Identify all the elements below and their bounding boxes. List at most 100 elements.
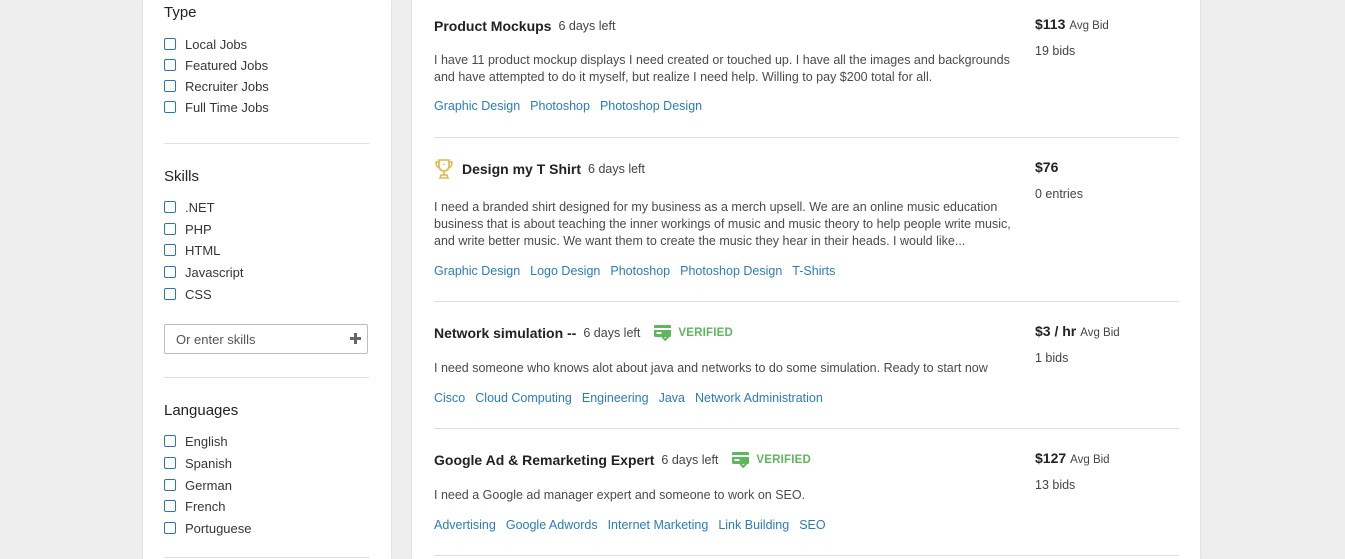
tag-link[interactable]: Graphic Design — [434, 99, 520, 117]
checkbox[interactable] — [164, 201, 176, 213]
checkbox[interactable] — [164, 522, 176, 534]
filter-language-german[interactable]: German — [164, 476, 232, 494]
filter-recruiter-jobs[interactable]: Recruiter Jobs — [164, 77, 269, 95]
job-description: I need a Google ad manager expert and so… — [434, 488, 806, 502]
verified-badge: VERIFIED — [653, 324, 733, 342]
divider — [434, 137, 1179, 138]
job-tags: Advertising Google Adwords Internet Mark… — [434, 518, 836, 536]
filter-full-time-jobs[interactable]: Full Time Jobs — [164, 98, 269, 116]
filter-language-english[interactable]: English — [164, 432, 228, 450]
job-title-link[interactable]: Network simulation -- — [434, 325, 576, 341]
job-description: I have 11 product mockup displays I need… — [434, 53, 1010, 84]
job-description: I need someone who knows alot about java… — [434, 361, 988, 375]
time-left: 6 days left — [583, 326, 641, 340]
job-title-link[interactable]: Product Mockups — [434, 18, 551, 34]
filter-featured-jobs[interactable]: Featured Jobs — [164, 56, 268, 74]
filter-skill-html[interactable]: HTML — [164, 241, 220, 259]
tag-link[interactable]: Engineering — [582, 391, 649, 409]
filter-language-spanish[interactable]: Spanish — [164, 454, 232, 472]
filter-local-jobs[interactable]: Local Jobs — [164, 35, 247, 53]
tag-link[interactable]: Photoshop — [530, 99, 590, 117]
job-tags: Graphic Design Photoshop Photoshop Desig… — [434, 99, 712, 117]
checkbox[interactable] — [164, 266, 176, 278]
checkbox[interactable] — [164, 223, 176, 235]
checkbox[interactable] — [164, 457, 176, 469]
divider — [434, 428, 1179, 429]
tag-link[interactable]: Cloud Computing — [475, 391, 572, 409]
verified-label: VERIFIED — [756, 454, 812, 466]
checkbox[interactable] — [164, 80, 176, 92]
checkbox[interactable] — [164, 288, 176, 300]
verified-payment-icon — [732, 452, 750, 469]
divider — [434, 555, 1179, 556]
divider — [164, 557, 369, 558]
tag-link[interactable]: SEO — [799, 518, 825, 536]
tag-link[interactable]: Link Building — [718, 518, 789, 536]
filter-skill-css[interactable]: CSS — [164, 285, 212, 303]
job-list: Product Mockups 6 days left I have 11 pr… — [412, 0, 1200, 559]
job-listing: Product Mockups 6 days left I have 11 pr… — [434, 16, 1179, 126]
filter-skill-net[interactable]: .NET — [164, 198, 215, 216]
job-price: $113 Avg Bid — [1035, 16, 1109, 34]
tag-link[interactable]: Advertising — [434, 518, 496, 536]
price-label: Avg Bid — [1080, 327, 1120, 339]
tag-link[interactable]: Google Adwords — [506, 518, 598, 536]
tag-link[interactable]: Photoshop Design — [680, 264, 782, 282]
job-price: $76 — [1035, 159, 1058, 177]
trophy-icon — [434, 158, 454, 180]
job-listing: Design my T Shirt 6 days left I need a b… — [434, 159, 1179, 284]
job-tags: Cisco Cloud Computing Engineering Java N… — [434, 391, 833, 409]
time-left: 6 days left — [588, 162, 646, 176]
tag-link[interactable]: Cisco — [434, 391, 465, 409]
job-price: $3 / hr Avg Bid — [1035, 323, 1120, 341]
entry-count: 0 entries — [1035, 187, 1083, 201]
job-price: $127 Avg Bid — [1035, 450, 1110, 468]
filter-language-portuguese[interactable]: Portuguese — [164, 519, 252, 537]
divider — [434, 301, 1179, 302]
time-left: 6 days left — [661, 453, 719, 467]
skills-search-field — [164, 324, 368, 354]
checkbox[interactable] — [164, 59, 176, 71]
price-value: $3 / hr — [1035, 323, 1077, 339]
tag-link[interactable]: Java — [659, 391, 685, 409]
job-title-link[interactable]: Design my T Shirt — [462, 161, 581, 177]
price-value: $127 — [1035, 450, 1067, 466]
filter-skill-javascript[interactable]: Javascript — [164, 263, 244, 281]
divider — [164, 143, 369, 144]
price-label: Avg Bid — [1069, 20, 1109, 32]
job-listing: Network simulation -- 6 days left VERIFI… — [434, 323, 1179, 418]
bid-count: 13 bids — [1035, 478, 1076, 492]
job-listing: Google Ad & Remarketing Expert 6 days le… — [434, 450, 1179, 545]
bid-count: 1 bids — [1035, 351, 1069, 365]
checkbox[interactable] — [164, 479, 176, 491]
price-value: $113 — [1035, 16, 1066, 32]
verified-payment-icon — [654, 325, 672, 342]
tag-link[interactable]: Logo Design — [530, 264, 600, 282]
plus-icon[interactable] — [350, 333, 361, 344]
checkbox[interactable] — [164, 101, 176, 113]
languages-filter-title: Languages — [164, 402, 239, 419]
tag-link[interactable]: T-Shirts — [792, 264, 835, 282]
checkbox[interactable] — [164, 435, 176, 447]
verified-badge: VERIFIED — [731, 451, 811, 469]
type-filter-title: Type — [164, 4, 197, 21]
bid-count: 19 bids — [1035, 44, 1076, 58]
skills-filter-title: Skills — [164, 168, 200, 185]
skills-input[interactable] — [176, 331, 336, 347]
filter-skill-php[interactable]: PHP — [164, 220, 212, 238]
filter-sidebar: Type Local Jobs Featured Jobs Recruiter … — [143, 0, 391, 559]
checkbox[interactable] — [164, 500, 176, 512]
tag-link[interactable]: Internet Marketing — [608, 518, 709, 536]
checkbox[interactable] — [164, 38, 176, 50]
tag-link[interactable]: Network Administration — [695, 391, 823, 409]
job-tags: Graphic Design Logo Design Photoshop Pho… — [434, 264, 845, 282]
tag-link[interactable]: Graphic Design — [434, 264, 520, 282]
checkbox[interactable] — [164, 244, 176, 256]
tag-link[interactable]: Photoshop — [610, 264, 670, 282]
tag-link[interactable]: Photoshop Design — [600, 99, 702, 117]
time-left: 6 days left — [558, 19, 616, 33]
job-title-link[interactable]: Google Ad & Remarketing Expert — [434, 452, 654, 468]
price-label: Avg Bid — [1070, 454, 1110, 466]
job-description: I need a branded shirt designed for my b… — [434, 200, 1011, 248]
filter-language-french[interactable]: French — [164, 497, 225, 515]
